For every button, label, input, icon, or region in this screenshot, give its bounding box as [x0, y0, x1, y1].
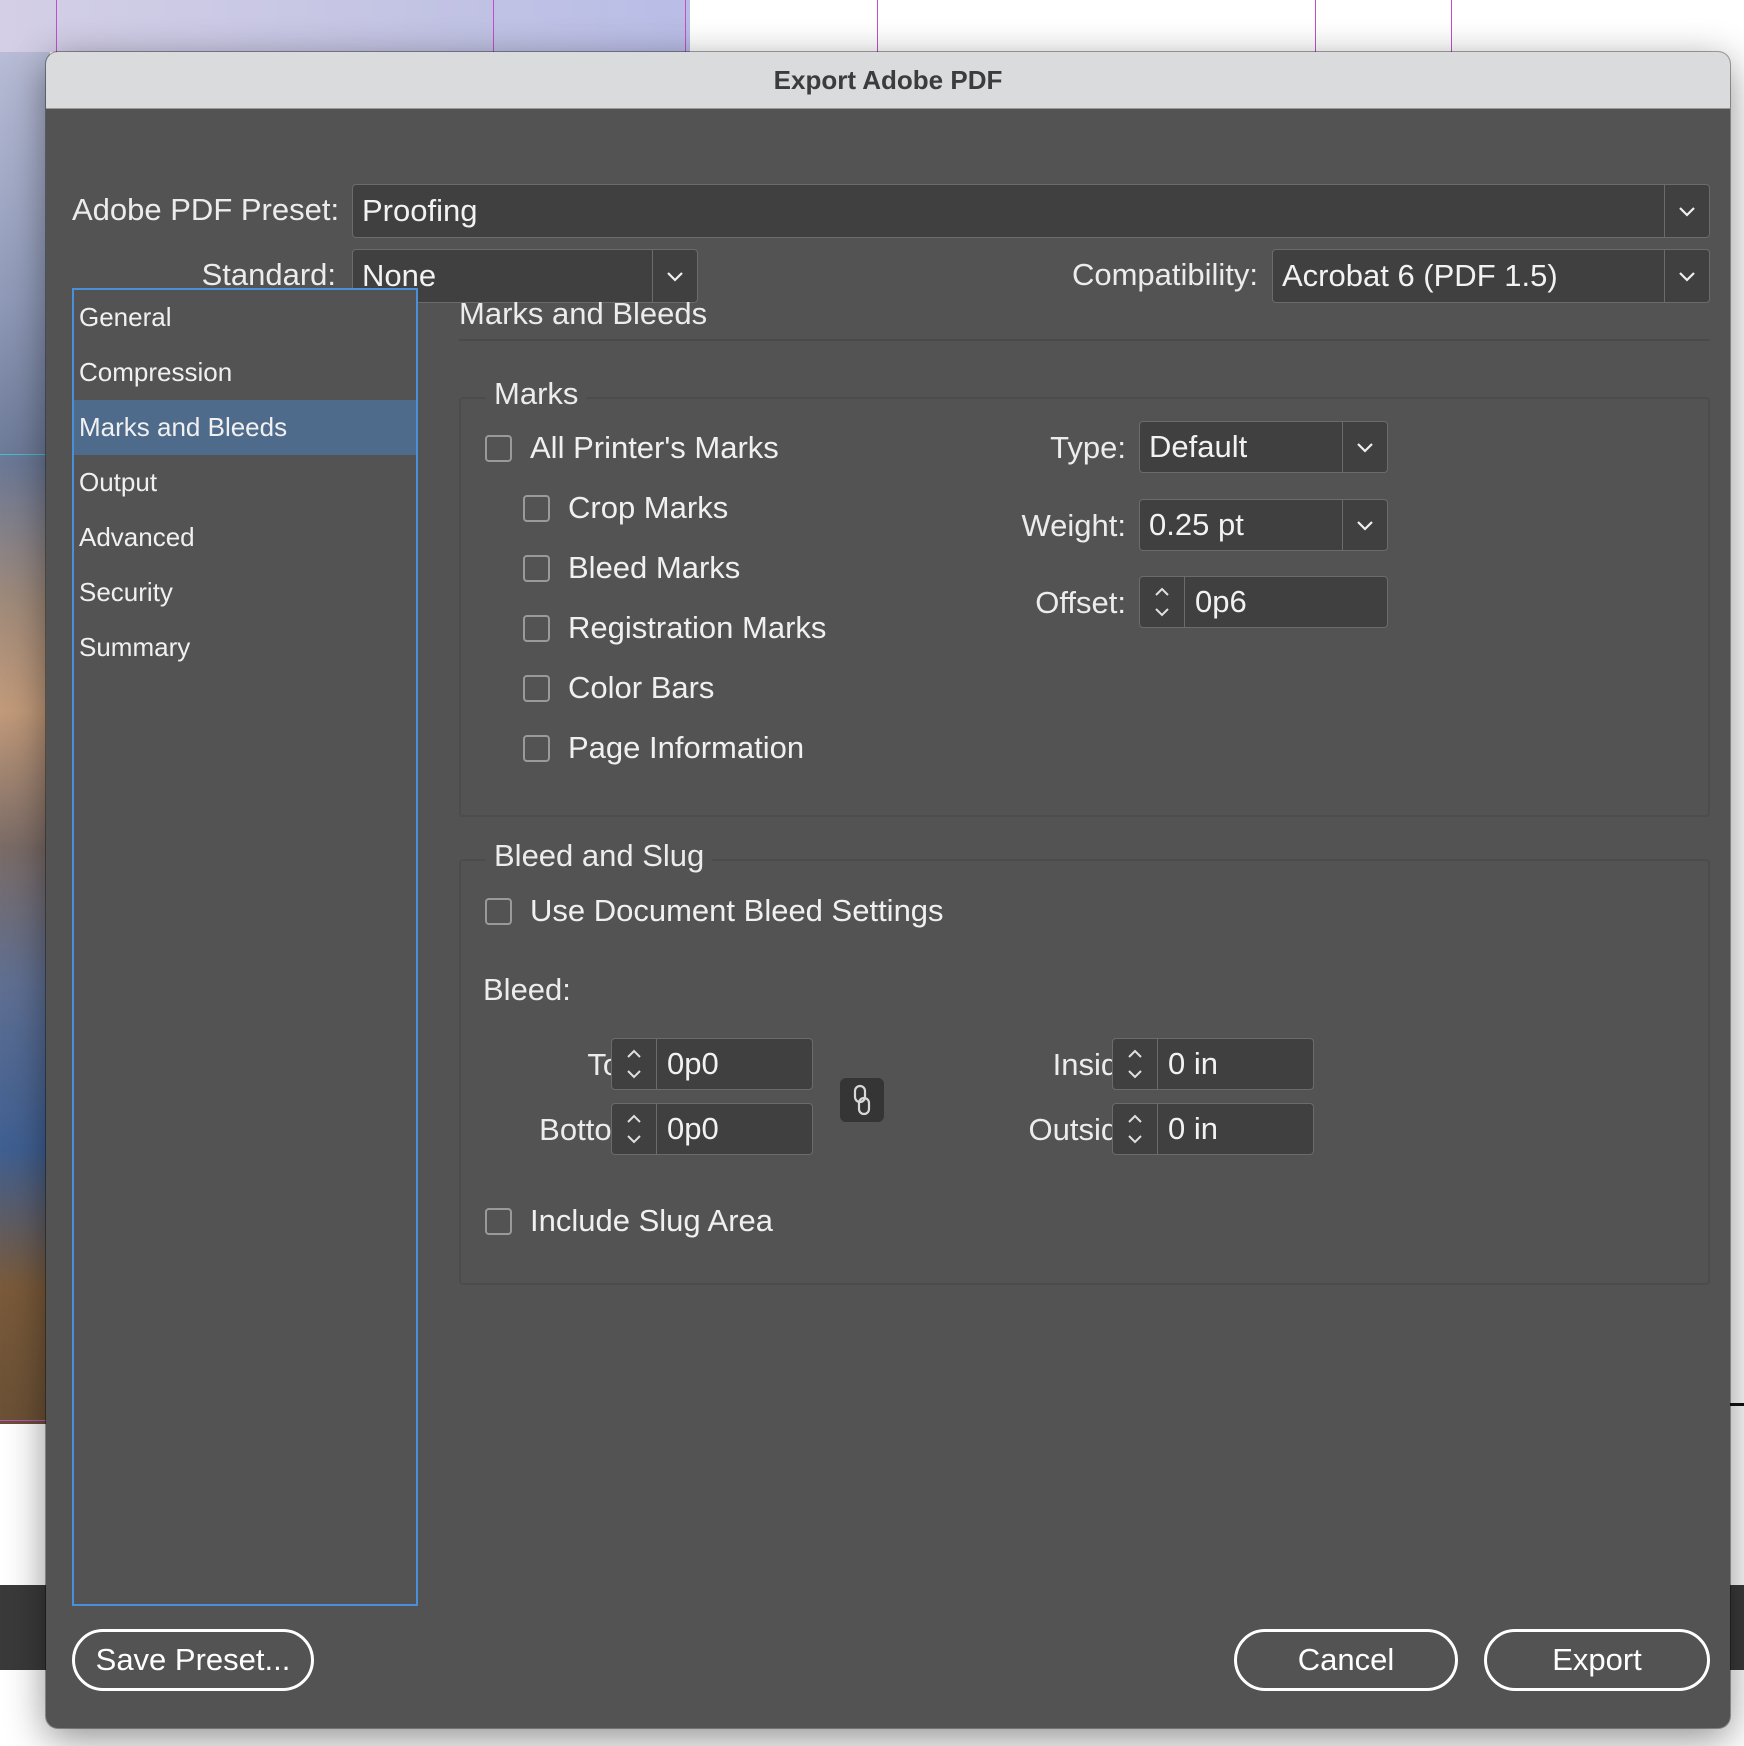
use-document-bleed-checkbox[interactable]: Use Document Bleed Settings — [485, 891, 944, 931]
guide-line — [1451, 0, 1452, 52]
checkbox-label: All Printer's Marks — [530, 430, 779, 465]
checkbox-box[interactable] — [523, 614, 550, 642]
save-preset-button[interactable]: Save Preset... — [72, 1629, 314, 1691]
checkbox-label: Crop Marks — [568, 490, 729, 525]
checkbox-label: Page Information — [568, 730, 805, 765]
weight-label: Weight: — [1021, 508, 1126, 543]
checkbox-label: Bleed Marks — [568, 550, 741, 585]
chevron-down-icon — [1664, 185, 1709, 237]
stepper-icon[interactable] — [1140, 577, 1185, 627]
compatibility-dropdown[interactable]: Acrobat 6 (PDF 1.5) — [1272, 249, 1710, 303]
bleed-top-field[interactable]: 0p0 — [611, 1038, 813, 1090]
bleed-bottom-field[interactable]: 0p0 — [611, 1103, 813, 1155]
guide-line — [685, 0, 686, 52]
preset-dropdown[interactable]: Proofing — [352, 184, 1710, 238]
checkbox-box[interactable] — [523, 734, 550, 762]
guide-line — [0, 454, 46, 455]
checkbox-box[interactable] — [485, 434, 512, 462]
chevron-down-icon — [1664, 250, 1709, 302]
preset-label: Adobe PDF Preset: — [72, 192, 340, 227]
registration-marks-checkbox[interactable]: Registration Marks — [523, 608, 826, 648]
crop-marks-checkbox[interactable]: Crop Marks — [523, 488, 728, 528]
sidebar-item-general[interactable]: General — [74, 290, 416, 345]
chevron-down-icon — [1342, 422, 1387, 472]
guide-line — [493, 0, 494, 52]
sidebar-item-security[interactable]: Security — [74, 565, 416, 620]
export-pdf-dialog: Export Adobe PDF Adobe PDF Preset: Proof… — [46, 52, 1730, 1728]
guide-line — [1315, 0, 1316, 52]
offset-value: 0p6 — [1195, 584, 1247, 619]
guide-line — [0, 1420, 46, 1421]
bleed-label: Bleed: — [483, 972, 571, 1007]
offset-label: Offset: — [1035, 585, 1126, 620]
panel-divider — [459, 339, 1710, 341]
stepper-icon[interactable] — [1113, 1039, 1158, 1089]
type-dropdown[interactable]: Default — [1139, 421, 1388, 473]
dialog-title: Export Adobe PDF — [46, 52, 1730, 109]
color-bars-checkbox[interactable]: Color Bars — [523, 668, 714, 708]
panel-title: Marks and Bleeds — [459, 296, 708, 331]
stepper-icon[interactable] — [1113, 1104, 1158, 1154]
offset-field[interactable]: 0p6 — [1139, 576, 1388, 628]
background-mark — [1730, 1403, 1744, 1406]
sidebar-item-marks-and-bleeds[interactable]: Marks and Bleeds — [74, 400, 416, 455]
preset-value: Proofing — [362, 193, 478, 228]
page-information-checkbox[interactable]: Page Information — [523, 728, 804, 768]
checkbox-label: Include Slug Area — [530, 1203, 774, 1238]
chain-link-icon[interactable] — [840, 1078, 884, 1122]
checkbox-box[interactable] — [485, 897, 512, 925]
bleed-top-value: 0p0 — [667, 1046, 719, 1081]
bleed-outside-field[interactable]: 0 in — [1112, 1103, 1314, 1155]
checkbox-label: Use Document Bleed Settings — [530, 893, 944, 928]
sidebar-item-summary[interactable]: Summary — [74, 620, 416, 675]
weight-dropdown[interactable]: 0.25 pt — [1139, 499, 1388, 551]
marks-group-title: Marks — [486, 376, 587, 412]
bleed-marks-checkbox[interactable]: Bleed Marks — [523, 548, 740, 588]
guide-line — [56, 0, 57, 52]
bleed-bottom-value: 0p0 — [667, 1111, 719, 1146]
compatibility-value: Acrobat 6 (PDF 1.5) — [1282, 258, 1558, 293]
weight-value: 0.25 pt — [1149, 507, 1244, 542]
type-label: Type: — [1050, 430, 1126, 465]
sidebar-item-output[interactable]: Output — [74, 455, 416, 510]
checkbox-label: Color Bars — [568, 670, 715, 705]
type-value: Default — [1149, 429, 1248, 464]
guide-line — [877, 0, 878, 52]
sidebar-item-compression[interactable]: Compression — [74, 345, 416, 400]
stepper-icon[interactable] — [612, 1039, 657, 1089]
chevron-down-icon — [652, 250, 697, 302]
bleed-outside-value: 0 in — [1168, 1111, 1218, 1146]
checkbox-box[interactable] — [523, 554, 550, 582]
bleed-inside-field[interactable]: 0 in — [1112, 1038, 1314, 1090]
include-slug-area-checkbox[interactable]: Include Slug Area — [485, 1201, 773, 1241]
chevron-down-icon — [1342, 500, 1387, 550]
compatibility-label: Compatibility: — [1071, 257, 1258, 292]
checkbox-box[interactable] — [523, 674, 550, 702]
all-printers-marks-checkbox[interactable]: All Printer's Marks — [485, 428, 779, 468]
export-button[interactable]: Export — [1484, 1629, 1710, 1691]
sidebar-item-advanced[interactable]: Advanced — [74, 510, 416, 565]
background-photo — [0, 52, 50, 1424]
bleed-slug-group-title: Bleed and Slug — [486, 838, 713, 874]
background-sky-image — [0, 0, 690, 52]
cancel-button[interactable]: Cancel — [1234, 1629, 1458, 1691]
category-list: General Compression Marks and Bleeds Out… — [72, 288, 418, 1606]
stepper-icon[interactable] — [612, 1104, 657, 1154]
bleed-inside-value: 0 in — [1168, 1046, 1218, 1081]
checkbox-box[interactable] — [485, 1207, 512, 1235]
checkbox-box[interactable] — [523, 494, 550, 522]
checkbox-label: Registration Marks — [568, 610, 827, 645]
